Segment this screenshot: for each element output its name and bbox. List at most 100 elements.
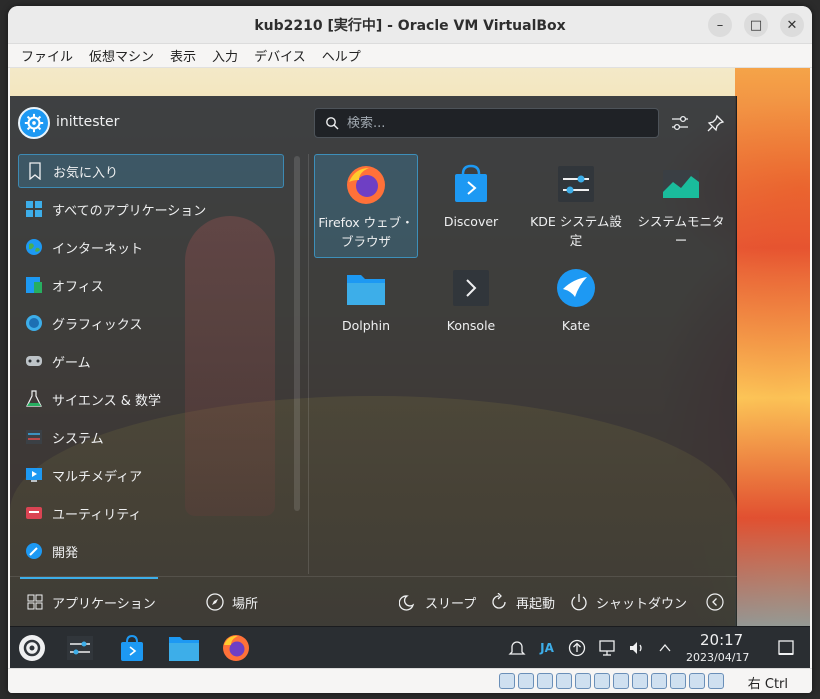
task-folder-icon[interactable] (168, 633, 200, 663)
bookmark-icon (25, 161, 45, 181)
search-input[interactable] (347, 115, 647, 131)
network-status-icon[interactable] (556, 673, 572, 689)
guest-additions-icon[interactable] (670, 673, 686, 689)
sidebar-item-graphics[interactable]: グラフィックス (18, 306, 284, 340)
app-tile-kde-settings[interactable]: KDE システム設定 (524, 154, 628, 258)
app-tile-kate[interactable]: Kate (524, 258, 628, 362)
updates-icon[interactable] (567, 638, 587, 658)
app-tile-konsole[interactable]: Konsole (419, 258, 523, 362)
optical-drive-icon[interactable] (518, 673, 534, 689)
gamepad-icon (24, 351, 44, 371)
menu-help[interactable]: ヘルプ (321, 46, 362, 65)
app-label: システムモニター (637, 214, 725, 248)
display-icon[interactable] (613, 673, 629, 689)
close-button[interactable]: ✕ (780, 13, 804, 37)
launcher-button[interactable] (16, 633, 48, 663)
task-firefox-icon[interactable] (220, 633, 252, 663)
user-avatar[interactable] (18, 107, 50, 139)
favorites-grid: Firefox ウェブ・ブラウザ Discover KDE システム設定 システ… (314, 154, 734, 574)
volume-icon[interactable] (627, 638, 647, 658)
sidebar-item-games[interactable]: ゲーム (18, 344, 284, 378)
menu-devices[interactable]: デバイス (253, 46, 307, 65)
sleep-button[interactable]: スリープ (399, 591, 476, 613)
kate-icon (554, 266, 598, 310)
app-tile-dolphin[interactable]: Dolphin (314, 258, 418, 362)
vm-status-bar: 右 Ctrl (8, 668, 812, 693)
sidebar-item-label: システム (52, 431, 104, 447)
network-icon[interactable] (597, 638, 617, 658)
guest-desktop: inittester 検索... お気に入り すべてのアプリケーション インター… (10, 68, 810, 668)
restart-button[interactable]: 再起動 (490, 591, 555, 613)
show-desktop-icon[interactable] (776, 638, 796, 658)
sidebar-item-office[interactable]: オフィス (18, 268, 284, 302)
folder-icon (344, 266, 388, 310)
sidebar-item-label: サイエンス & 数学 (52, 393, 162, 409)
tab-applications[interactable]: アプリケーション (26, 591, 156, 613)
device-status-icons (499, 673, 724, 689)
sidebar-item-label: マルチメディア (52, 469, 143, 485)
chevron-up-icon[interactable] (655, 638, 675, 658)
office-icon (24, 275, 44, 295)
virtualbox-window: kub2210 [実行中] - Oracle VM VirtualBox – □… (8, 6, 812, 693)
system-monitor-icon (659, 162, 703, 206)
title-bar[interactable]: kub2210 [実行中] - Oracle VM VirtualBox – □… (8, 6, 812, 44)
sleep-icon (399, 593, 417, 611)
sidebar-item-label: グラフィックス (52, 317, 143, 333)
restart-icon (490, 593, 508, 611)
task-discover-icon[interactable] (116, 633, 148, 663)
cpu-icon[interactable] (651, 673, 667, 689)
firefox-icon (344, 163, 388, 207)
utilities-icon (24, 503, 44, 523)
input-method-indicator[interactable]: JA (537, 638, 557, 658)
pin-icon[interactable] (705, 112, 727, 134)
audio-icon[interactable] (537, 673, 553, 689)
sidebar-item-utilities[interactable]: ユーティリティ (18, 496, 284, 530)
hard-disk-icon[interactable] (499, 673, 515, 689)
sidebar-item-label: お気に入り (53, 165, 119, 181)
menu-machine[interactable]: 仮想マシン (88, 46, 155, 65)
hammer-icon (24, 541, 44, 561)
flask-icon (24, 389, 44, 409)
notifications-icon[interactable] (507, 638, 527, 658)
clock-time[interactable]: 20:17 (700, 631, 743, 649)
maximize-button[interactable]: □ (744, 13, 768, 37)
sidebar-item-system[interactable]: システム (18, 420, 284, 454)
clock-date[interactable]: 2023/04/17 (686, 651, 749, 664)
app-tile-system-monitor[interactable]: システムモニター (629, 154, 733, 258)
search-icon (326, 117, 339, 130)
launcher-footer: アプリケーション 場所 スリープ 再起動 シャットダウン (10, 576, 737, 626)
grid-icon (24, 199, 44, 219)
globe-icon (24, 237, 44, 257)
launcher-header: inittester (10, 96, 737, 150)
sidebar-item-label: ゲーム (52, 355, 91, 371)
tab-places[interactable]: 場所 (206, 591, 258, 613)
menu-file[interactable]: ファイル (20, 46, 74, 65)
sidebar-item-multimedia[interactable]: マルチメディア (18, 458, 284, 492)
shared-folders-icon[interactable] (594, 673, 610, 689)
graphics-icon (24, 313, 44, 333)
menu-input[interactable]: 入力 (211, 46, 239, 65)
sidebar-item-development[interactable]: 開発 (18, 534, 284, 568)
mouse-integration-icon[interactable] (689, 673, 705, 689)
sidebar-item-internet[interactable]: インターネット (18, 230, 284, 264)
sidebar-item-favorites[interactable]: お気に入り (18, 154, 284, 188)
window-title: kub2210 [実行中] - Oracle VM VirtualBox (254, 17, 566, 34)
sidebar-item-all-applications[interactable]: すべてのアプリケーション (18, 192, 284, 226)
search-field[interactable] (314, 108, 659, 138)
shutdown-button[interactable]: シャットダウン (570, 591, 687, 613)
more-options-button[interactable] (706, 591, 732, 613)
sidebar-item-label: 開発 (52, 545, 79, 561)
host-key-label: 右 Ctrl (747, 677, 788, 692)
task-settings-icon[interactable] (64, 633, 96, 663)
menu-view[interactable]: 表示 (169, 46, 197, 65)
video-capture-icon[interactable] (632, 673, 648, 689)
sidebar-scrollbar[interactable] (294, 156, 300, 511)
usb-icon[interactable] (575, 673, 591, 689)
configure-icon[interactable] (669, 112, 691, 134)
app-tile-discover[interactable]: Discover (419, 154, 523, 258)
app-label: Konsole (446, 318, 496, 333)
keyboard-capture-icon[interactable] (708, 673, 724, 689)
minimize-button[interactable]: – (708, 13, 732, 37)
app-tile-firefox[interactable]: Firefox ウェブ・ブラウザ (314, 154, 418, 258)
sidebar-item-science[interactable]: サイエンス & 数学 (18, 382, 284, 416)
